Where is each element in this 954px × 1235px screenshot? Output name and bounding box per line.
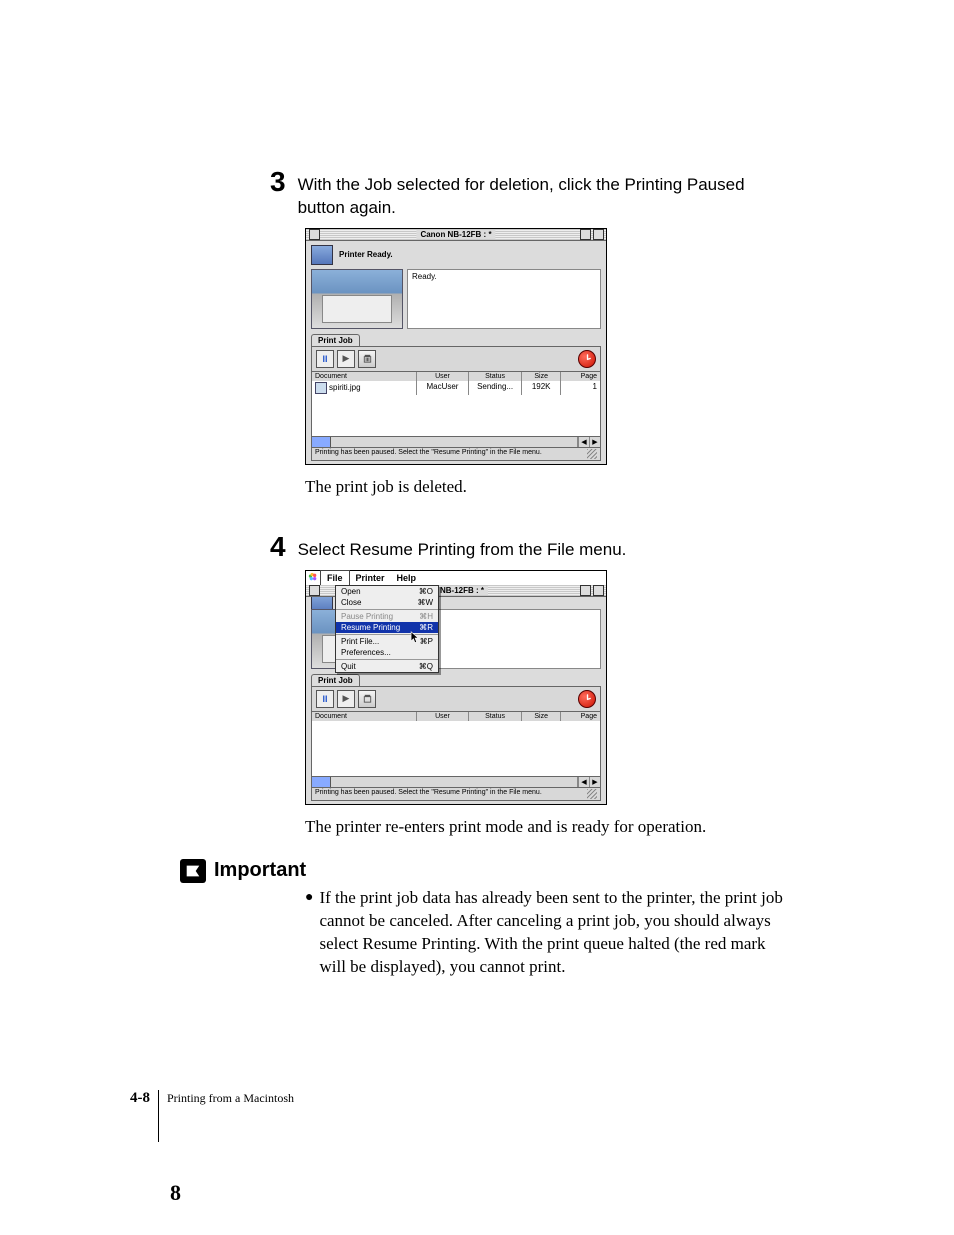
job-list-header: Document User Status Size Page (311, 372, 601, 381)
menubar: File Printer Help (306, 571, 606, 586)
scroll-left-icon[interactable]: ◀ (578, 777, 589, 787)
scroll-right-icon[interactable]: ▶ (589, 777, 600, 787)
window-statusbar: Printing has been paused. Select the "Re… (311, 448, 601, 461)
close-box-icon[interactable] (309, 585, 320, 596)
close-box-icon[interactable] (309, 229, 320, 240)
step-text: Select Resume Printing from the File men… (298, 533, 627, 562)
printer-ready-label: Printer Ready. (339, 250, 393, 259)
col-header-size: Size (522, 712, 562, 721)
col-header-user: User (417, 712, 470, 721)
col-header-page: Page (561, 712, 600, 721)
important-callout: Important (180, 859, 954, 883)
stop-indicator-icon (578, 690, 596, 708)
delete-job-button[interactable] (358, 690, 376, 708)
menu-help[interactable]: Help (391, 571, 423, 585)
resize-grip-icon[interactable] (587, 789, 597, 799)
col-header-document: Document (312, 712, 417, 721)
collapse-box-icon[interactable] (593, 585, 604, 596)
step-text: With the Job selected for deletion, clic… (298, 168, 790, 220)
document-icon (315, 382, 327, 394)
job-row[interactable]: spiriti.jpg MacUser Sending... 192K 1 (312, 381, 600, 395)
step-result-text: The printer re-enters print mode and is … (305, 817, 785, 837)
menu-item-resume-printing[interactable]: Resume Printing⌘R (336, 622, 438, 633)
menu-file[interactable]: File (320, 570, 350, 585)
job-user: MacUser (417, 381, 470, 395)
window-statusbar: Printing has been paused. Select the "Re… (311, 788, 601, 801)
corner-page-number: 8 (170, 1180, 181, 1206)
col-header-status: Status (469, 372, 522, 381)
important-icon (180, 859, 206, 883)
collapse-box-icon[interactable] (593, 229, 604, 240)
step-number: 3 (270, 168, 286, 196)
window-titlebar: Canon NB-12FB : * (306, 229, 606, 241)
job-list-empty[interactable] (311, 721, 601, 777)
tab-printjob[interactable]: Print Job (311, 334, 360, 346)
plotter-illustration (311, 269, 403, 329)
section-title: Printing from a Macintosh (167, 1090, 294, 1106)
scroll-right-icon[interactable]: ▶ (589, 437, 600, 447)
important-body: ● If the print job data has already been… (305, 887, 795, 979)
print-monitor-window-menu: File Printer Help Open⌘O Close⌘W Pause P… (305, 570, 607, 805)
zoom-box-icon[interactable] (580, 585, 591, 596)
print-monitor-window: Canon NB-12FB : * Printer Ready. Ready. … (305, 228, 607, 465)
col-header-status: Status (469, 712, 522, 721)
col-header-size: Size (522, 372, 562, 381)
horizontal-scrollbar[interactable]: ◀ ▶ (311, 777, 601, 788)
pause-button[interactable]: II (316, 350, 334, 368)
horizontal-scrollbar[interactable]: ◀ ▶ (311, 437, 601, 448)
important-label: Important (214, 859, 306, 882)
menu-item-quit[interactable]: Quit⌘Q (336, 661, 438, 672)
col-header-document: Document (312, 372, 417, 381)
pause-button[interactable]: II (316, 690, 334, 708)
menu-item-open[interactable]: Open⌘O (336, 586, 438, 597)
menu-item-close[interactable]: Close⌘W (336, 597, 438, 608)
stop-indicator-icon (578, 350, 596, 368)
menu-item-pause-printing: Pause Printing⌘H (336, 611, 438, 622)
zoom-box-icon[interactable] (580, 229, 591, 240)
statusbar-text: Printing has been paused. Select the "Re… (315, 789, 542, 799)
job-list[interactable]: spiriti.jpg MacUser Sending... 192K 1 (311, 381, 601, 437)
menu-item-preferences[interactable]: Preferences... (336, 647, 438, 658)
tab-printjob[interactable]: Print Job (311, 674, 360, 686)
col-header-page: Page (561, 372, 600, 381)
job-status: Sending... (469, 381, 522, 395)
file-menu-dropdown: Open⌘O Close⌘W Pause Printing⌘H Resume P… (335, 585, 439, 673)
apple-menu-icon[interactable] (306, 572, 320, 584)
menu-printer[interactable]: Printer (350, 571, 391, 585)
bullet-icon: ● (305, 887, 313, 979)
delete-job-button[interactable] (358, 350, 376, 368)
scroll-left-icon[interactable]: ◀ (578, 437, 589, 447)
printer-ready-row: Printer Ready. (306, 241, 606, 269)
printer-icon (311, 245, 333, 265)
resume-button[interactable]: ▶ (337, 690, 355, 708)
resize-grip-icon[interactable] (587, 449, 597, 459)
job-document: spiriti.jpg (329, 383, 361, 392)
resume-button[interactable]: ▶ (337, 350, 355, 368)
job-page: 1 (561, 381, 600, 395)
toolbar: II ▶ (311, 686, 601, 712)
job-size: 192K (522, 381, 562, 395)
menu-item-print-file[interactable]: Print File...⌘P (336, 636, 438, 647)
scroll-thumb[interactable] (312, 437, 331, 447)
important-text: If the print job data has already been s… (319, 887, 795, 979)
toolbar: II ▶ (311, 346, 601, 372)
statusbar-text: Printing has been paused. Select the "Re… (315, 449, 542, 459)
col-header-user: User (417, 372, 470, 381)
scroll-thumb[interactable] (312, 777, 331, 787)
status-message-box: Ready. (407, 269, 601, 329)
page-footer: 4-8 Printing from a Macintosh (130, 1090, 294, 1142)
step-number: 4 (270, 533, 286, 561)
page-number: 4-8 (130, 1090, 158, 1107)
window-title: Canon NB-12FB : * (416, 230, 495, 239)
job-list-header: Document User Status Size Page (311, 712, 601, 721)
step-result-text: The print job is deleted. (305, 477, 785, 497)
